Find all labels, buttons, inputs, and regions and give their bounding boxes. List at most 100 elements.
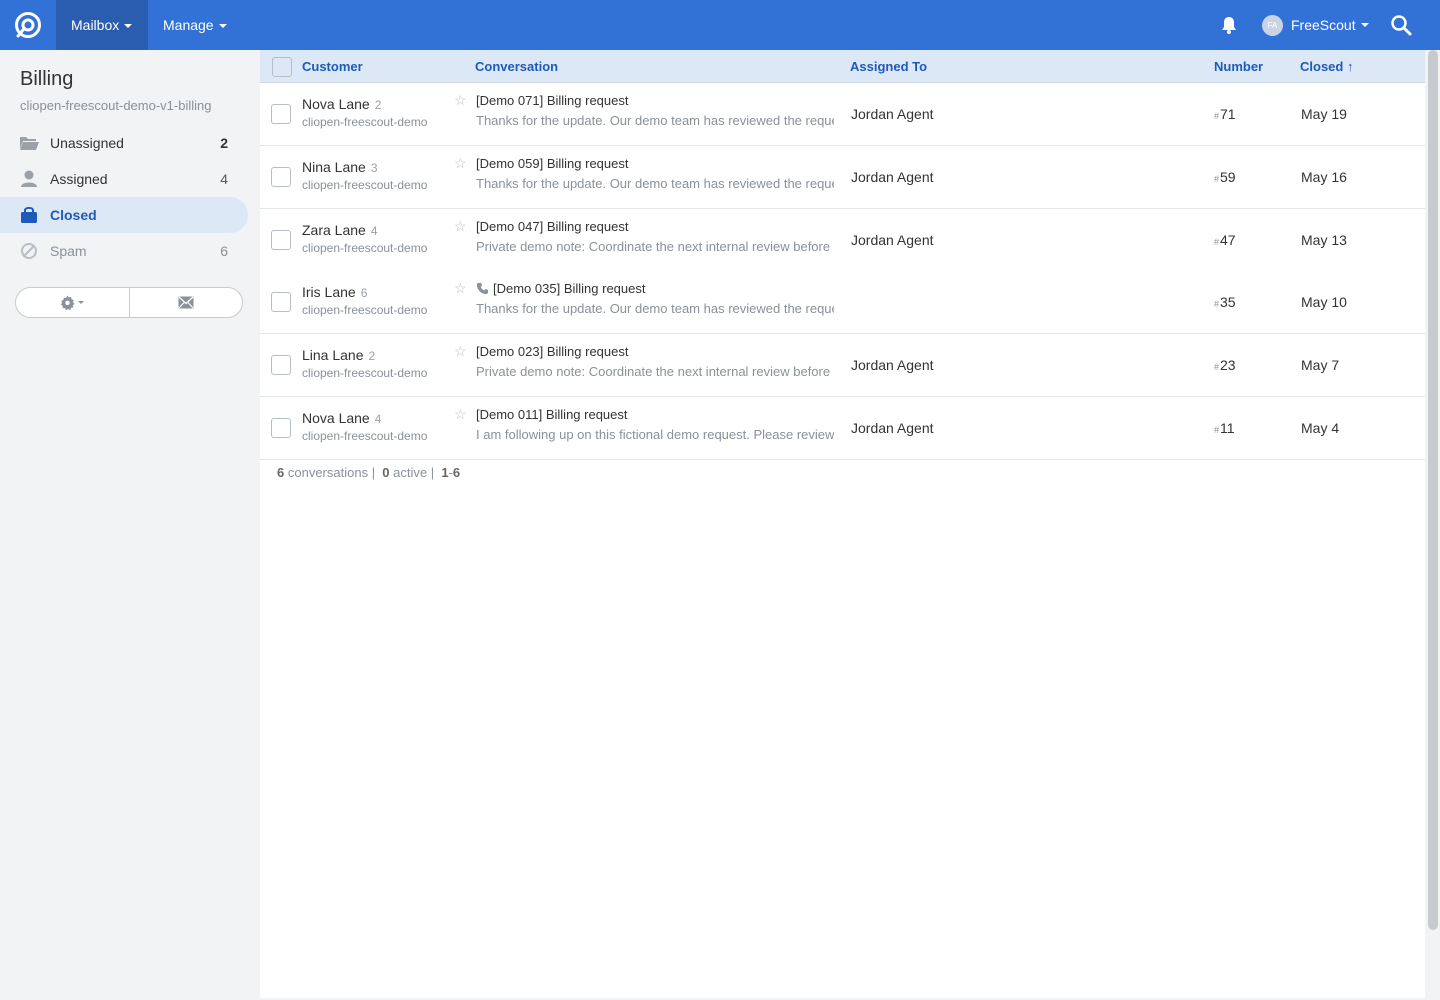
table-row[interactable]: Nova Lane 2 cliopen-freescout-demo ☆ [Dem… xyxy=(260,83,1425,146)
mailbox-menu-label: Mailbox xyxy=(71,17,120,33)
new-conversation-button[interactable] xyxy=(130,288,243,317)
conversation-preview: Private demo note: Coordinate the next i… xyxy=(476,239,831,254)
conversation-subject: [Demo 011] Billing request xyxy=(476,407,628,422)
folder-open-icon xyxy=(19,134,39,152)
closed-date: May 13 xyxy=(1301,232,1347,248)
conversation-number: #35 xyxy=(1214,294,1236,310)
sidebar: Billing cliopen-freescout-demo-v1-billin… xyxy=(0,50,258,1000)
row-checkbox[interactable] xyxy=(271,355,291,375)
star-icon[interactable]: ☆ xyxy=(454,155,467,172)
conversation-preview: I am following up on this fictional demo… xyxy=(476,427,834,442)
folder-label: Spam xyxy=(50,243,87,259)
range-start: 1 xyxy=(441,465,449,480)
customer-name-text: Nina Lane xyxy=(302,159,366,175)
row-checkbox[interactable] xyxy=(271,167,291,187)
mailbox-settings-button[interactable] xyxy=(16,288,130,317)
subject-text: [Demo 011] Billing request xyxy=(476,407,628,422)
row-checkbox[interactable] xyxy=(271,418,291,438)
manage-menu[interactable]: Manage xyxy=(148,0,242,50)
star-icon[interactable]: ☆ xyxy=(454,218,467,235)
row-checkbox[interactable] xyxy=(271,292,291,312)
table-row[interactable]: Iris Lane 6 cliopen-freescout-demo ☆ [Dem… xyxy=(260,271,1425,334)
thread-count: 6 xyxy=(360,286,368,300)
conversation-number: #47 xyxy=(1214,232,1236,248)
folder-assigned[interactable]: Assigned 4 xyxy=(0,161,248,197)
select-all-checkbox[interactable] xyxy=(272,57,292,77)
assignee: Jordan Agent xyxy=(851,420,934,436)
table-row[interactable]: Nina Lane 3 cliopen-freescout-demo ☆ [Dem… xyxy=(260,146,1425,209)
subject-text: [Demo 023] Billing request xyxy=(476,344,629,359)
thread-count: 3 xyxy=(370,161,378,175)
number-value: 11 xyxy=(1220,420,1235,436)
caret-down-icon xyxy=(78,301,85,304)
customer-email: cliopen-freescout-demo xyxy=(302,429,428,443)
customer-name: Lina Lane 2 xyxy=(302,347,375,363)
folder-count: 2 xyxy=(220,135,228,151)
star-icon[interactable]: ☆ xyxy=(454,343,467,360)
caret-down-icon xyxy=(124,24,133,29)
ban-icon xyxy=(19,242,39,260)
customer-email: cliopen-freescout-demo xyxy=(302,178,428,192)
header-customer[interactable]: Customer xyxy=(302,59,363,74)
customer-name-text: Lina Lane xyxy=(302,347,364,363)
conversation-number: #71 xyxy=(1214,106,1236,122)
table-row[interactable]: Nova Lane 4 cliopen-freescout-demo ☆ [Dem… xyxy=(260,397,1425,460)
folder-label: Assigned xyxy=(50,171,108,187)
customer-email: cliopen-freescout-demo xyxy=(302,241,428,255)
star-icon[interactable]: ☆ xyxy=(454,280,467,297)
conversation-number: #59 xyxy=(1214,169,1236,185)
conversation-list: Customer Conversation Assigned To Number… xyxy=(260,50,1425,998)
star-icon[interactable]: ☆ xyxy=(454,406,467,423)
conversation-subject: [Demo 059] Billing request xyxy=(476,156,628,171)
conversation-count: 6 xyxy=(277,465,285,480)
customer-name: Zara Lane 4 xyxy=(302,222,378,238)
folder-unassigned[interactable]: Unassigned 2 xyxy=(0,125,248,161)
header-assigned-to[interactable]: Assigned To xyxy=(850,59,927,74)
thread-count: 4 xyxy=(370,224,378,238)
search-icon[interactable] xyxy=(1389,13,1413,37)
closed-date: May 7 xyxy=(1301,357,1340,373)
assignee: Jordan Agent xyxy=(851,169,934,185)
folder-count: 6 xyxy=(220,243,228,259)
avatar: FA xyxy=(1262,14,1283,36)
header-conversation[interactable]: Conversation xyxy=(475,59,558,74)
gear-icon xyxy=(61,295,75,310)
customer-name: Nova Lane 4 xyxy=(302,410,381,426)
number-value: 47 xyxy=(1220,232,1236,248)
folder-closed[interactable]: Closed xyxy=(0,197,248,233)
freescout-logo[interactable] xyxy=(0,0,56,50)
user-menu[interactable]: FA FreeScout xyxy=(1262,0,1369,50)
customer-name: Iris Lane 6 xyxy=(302,284,367,300)
conversation-preview: Private demo note: Coordinate the next i… xyxy=(476,364,831,379)
star-icon[interactable]: ☆ xyxy=(454,92,467,109)
user-icon xyxy=(19,170,39,188)
table-row[interactable]: Zara Lane 4 cliopen-freescout-demo ☆ [Dem… xyxy=(260,209,1425,272)
header-closed[interactable]: Closed ↑ xyxy=(1300,59,1353,74)
assignee: Jordan Agent xyxy=(851,357,934,373)
conversation-subject: [Demo 071] Billing request xyxy=(476,93,628,108)
table-row[interactable]: Lina Lane 2 cliopen-freescout-demo ☆ [Dem… xyxy=(260,334,1425,397)
subject-text: [Demo 071] Billing request xyxy=(476,93,629,108)
customer-name-text: Nova Lane xyxy=(302,96,370,112)
header-number[interactable]: Number xyxy=(1214,59,1263,74)
row-checkbox[interactable] xyxy=(271,104,291,124)
mailbox-menu[interactable]: Mailbox xyxy=(56,0,148,50)
closed-date: May 16 xyxy=(1301,169,1347,185)
folder-count: 4 xyxy=(220,171,228,187)
assignee: Jordan Agent xyxy=(851,232,934,248)
customer-email: cliopen-freescout-demo xyxy=(302,115,428,129)
folder-spam[interactable]: Spam 6 xyxy=(0,233,248,269)
assignee: Jordan Agent xyxy=(851,106,934,122)
row-checkbox[interactable] xyxy=(271,230,291,250)
customer-name-text: Iris Lane xyxy=(302,284,356,300)
range-end: 6 xyxy=(452,465,461,480)
closed-date: May 4 xyxy=(1301,420,1340,436)
thread-count: 2 xyxy=(374,98,382,112)
scrollbar[interactable] xyxy=(1428,50,1438,930)
notifications-bell-icon[interactable] xyxy=(1218,14,1240,36)
folder-label: Unassigned xyxy=(50,135,124,151)
number-value: 71 xyxy=(1220,106,1236,122)
conversation-number: #23 xyxy=(1214,357,1236,373)
closed-date: May 19 xyxy=(1301,106,1347,122)
customer-email: cliopen-freescout-demo xyxy=(302,303,428,317)
